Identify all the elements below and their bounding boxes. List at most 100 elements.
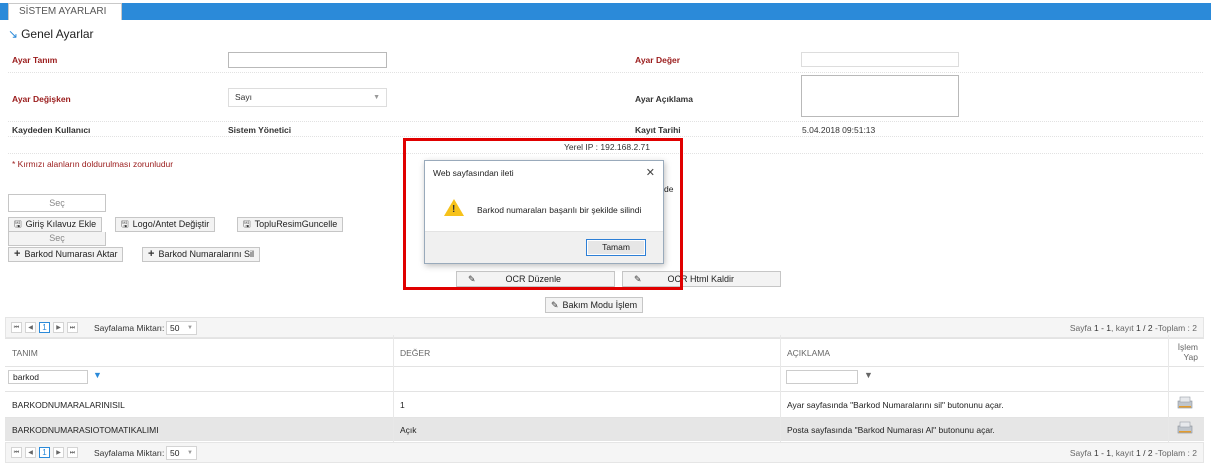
table-header-row <box>5 338 1204 368</box>
page-info-prefix: Sayfa <box>1069 323 1094 333</box>
ayar-deger-label: Ayar Değer <box>635 55 681 65</box>
close-icon[interactable]: ✕ <box>646 166 655 179</box>
save-icon: 🖫 <box>121 219 129 229</box>
pager-bottom: ⏮ ◀ 1 ▶ ⏭ Sayfalama Miktarı: 50 ▼ Sayfa 1… <box>5 442 1204 463</box>
filter-row <box>5 366 1204 388</box>
divider <box>8 121 1203 122</box>
first-page-icon[interactable]: ⏮ <box>11 322 22 333</box>
first-page-icon[interactable]: ⏮ <box>11 447 22 458</box>
sec-button-1[interactable]: Seç <box>8 194 106 212</box>
top-tab-bar: SİSTEM AYARLARI <box>0 0 1211 22</box>
page-size-value: 50 <box>170 323 180 333</box>
kayit-tarihi-value: 5.04.2018 09:51:13 <box>802 125 876 135</box>
page-info: Sayfa 1 - 1, kayıt 1 / 2 -Toplam : 2 <box>1070 323 1197 333</box>
filter-icon[interactable]: ▼ <box>93 370 102 380</box>
header-deger[interactable]: DEĞER <box>400 348 430 358</box>
dialog-footer: Tamam <box>425 231 663 263</box>
page-size-label: Sayfalama Miktarı: <box>94 448 165 458</box>
ayar-degisken-select[interactable]: Sayı ▼ <box>228 88 387 107</box>
dialog-message: Barkod numaraları başarılı bir şekilde s… <box>477 205 642 215</box>
chevron-down-icon: ▼ <box>187 325 193 331</box>
table-row[interactable] <box>5 391 1204 416</box>
edit-record-icon[interactable] <box>1177 420 1193 434</box>
cell-aciklama: Ayar sayfasında "Barkod Numaralarını sil… <box>787 400 1004 410</box>
page-info-records: 1 / 2 <box>1136 448 1153 458</box>
sec-button-2[interactable]: Seç <box>8 232 106 246</box>
toplu-resim-button[interactable]: 🖫 TopluResimGuncelle <box>237 217 344 232</box>
page-info-mid: , kayıt <box>1111 323 1137 333</box>
divider <box>8 136 1203 137</box>
next-page-icon[interactable]: ▶ <box>53 447 64 458</box>
last-page-icon[interactable]: ⏭ <box>67 447 78 458</box>
last-page-icon[interactable]: ⏭ <box>67 322 78 333</box>
page-info-range: 1 - 1 <box>1093 448 1111 458</box>
save-icon: 🖫 <box>243 219 251 229</box>
chevron-down-icon: ▼ <box>373 94 380 101</box>
page-size-label: Sayfalama Miktarı: <box>94 323 165 333</box>
barkod-sil-label: Barkod Numaralarını Sil <box>158 249 254 259</box>
tab-sistem-ayarlari[interactable]: SİSTEM AYARLARI <box>8 3 122 20</box>
pager-top: ⏮ ◀ 1 ▶ ⏭ Sayfalama Miktarı: 50 ▼ Sayfa 1… <box>5 317 1204 338</box>
header-aciklama[interactable]: AÇIKLAMA <box>787 348 830 358</box>
tab-strip <box>0 3 1211 20</box>
column-divider <box>780 335 781 443</box>
kaydeden-label: Kaydeden Kullanıcı <box>12 125 91 135</box>
ayar-tanim-input[interactable] <box>228 52 387 68</box>
table-row[interactable] <box>5 417 1204 441</box>
page-info-prefix: Sayfa <box>1069 448 1094 458</box>
page-info-mid: , kayıt <box>1111 448 1137 458</box>
prev-page-icon[interactable]: ◀ <box>25 322 36 333</box>
column-divider <box>1168 335 1169 443</box>
pencil-icon: ✎ <box>551 300 559 310</box>
barkod-sil-button[interactable]: + Barkod Numaralarını Sil <box>142 247 260 262</box>
next-page-icon[interactable]: ▶ <box>53 322 64 333</box>
cell-aciklama: Posta sayfasında "Barkod Numarası Al" bu… <box>787 425 995 435</box>
arrow-down-right-icon: ↘ <box>8 27 19 41</box>
message-dialog: Web sayfasından ileti ✕ ! Barkod numaral… <box>424 160 664 264</box>
giris-kilavuz-ekle-label: Giriş Kılavuz Ekle <box>25 219 97 229</box>
bakim-modu-label: Bakım Modu İşlem <box>562 300 638 310</box>
filter-icon[interactable]: ▼ <box>864 370 873 380</box>
ayar-tanim-label: Ayar Tanım <box>12 55 58 65</box>
tamam-button[interactable]: Tamam <box>586 239 646 256</box>
barkod-aktar-label: Barkod Numarası Aktar <box>24 249 118 259</box>
filter-aciklama-input[interactable] <box>786 370 858 384</box>
page-info: Sayfa 1 - 1, kayıt 1 / 2 -Toplam : 2 <box>1070 448 1197 458</box>
ayar-deger-input[interactable] <box>801 52 959 67</box>
plus-icon: + <box>148 248 155 260</box>
ayar-degisken-value: Sayı <box>235 92 253 102</box>
logo-antet-label: Logo/Antet Değiştir <box>132 219 210 229</box>
section-title: ↘ Genel Ayarlar <box>8 27 94 41</box>
current-page[interactable]: 1 <box>39 322 50 333</box>
toplu-resim-label: TopluResimGuncelle <box>254 219 338 229</box>
divider <box>8 72 1203 73</box>
header-islem: İşlem Yap <box>1177 342 1198 362</box>
edit-record-icon[interactable] <box>1177 395 1193 409</box>
giris-kilavuz-ekle-button[interactable]: 🖫 Giriş Kılavuz Ekle <box>8 217 103 232</box>
kayit-tarihi-label: Kayıt Tarihi <box>635 125 681 135</box>
ayar-aciklama-textarea[interactable] <box>801 75 959 117</box>
prev-page-icon[interactable]: ◀ <box>25 447 36 458</box>
header-tanim[interactable]: TANIM <box>12 348 38 358</box>
bakim-modu-button[interactable]: ✎ Bakım Modu İşlem <box>545 297 644 313</box>
logo-antet-button[interactable]: 🖫 Logo/Antet Değiştir <box>115 217 216 232</box>
dialog-title: Web sayfasından ileti <box>433 168 514 178</box>
save-icon: 🖫 <box>14 219 22 229</box>
page-size-select[interactable]: 50 ▼ <box>166 321 197 335</box>
filter-tanim-input[interactable]: barkod <box>8 370 88 384</box>
chevron-down-icon: ▼ <box>187 450 193 456</box>
barkod-aktar-button[interactable]: + Barkod Numarası Aktar <box>8 247 124 262</box>
warning-icon-mark: ! <box>452 204 456 215</box>
page-info-records: 1 / 2 <box>1136 323 1153 333</box>
cell-deger: 1 <box>400 400 405 410</box>
required-note: * Kırmızı alanların doldurulması zorunlu… <box>12 159 174 169</box>
current-page[interactable]: 1 <box>39 447 50 458</box>
cell-tanim: BARKODNUMARALARINISIL <box>12 400 125 410</box>
page-info-suffix: -Toplam : 2 <box>1152 323 1197 333</box>
page-info-range: 1 - 1 <box>1093 323 1111 333</box>
page-size-value: 50 <box>170 448 180 458</box>
cell-deger: Açık <box>400 425 417 435</box>
page-size-select[interactable]: 50 ▼ <box>166 446 197 460</box>
ayar-degisken-label: Ayar Değişken <box>12 94 71 104</box>
cell-tanim: BARKODNUMARASIOTOMATIKALIMI <box>12 425 159 435</box>
